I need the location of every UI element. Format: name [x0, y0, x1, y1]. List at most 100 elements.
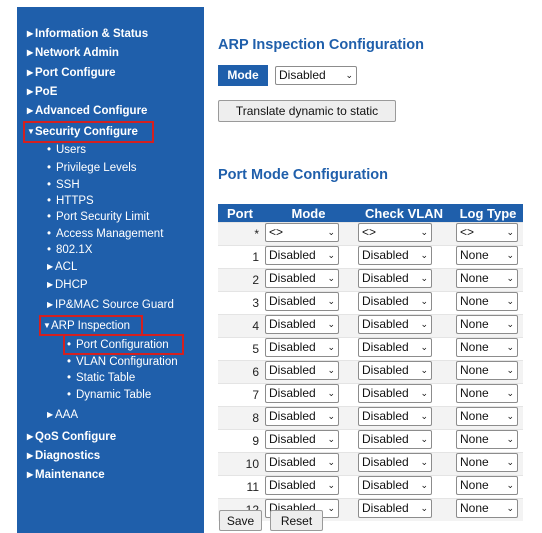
chevron-down-icon: ⌄ [327, 480, 335, 490]
expand-arrow-icon: ▶ [27, 432, 34, 441]
log-type-select[interactable]: None ⌄ [456, 292, 518, 311]
mode-select[interactable]: Disabled ⌄ [265, 269, 339, 288]
nav-advanced-configure[interactable]: ▶ Advanced Configure [27, 104, 147, 118]
chevron-down-icon: ⌄ [420, 227, 428, 237]
check-vlan-select[interactable]: Disabled ⌄ [358, 453, 432, 472]
nav-port-configuration[interactable]: • Port Configuration [67, 338, 169, 352]
nav-privilege-levels[interactable]: • Privilege Levels [47, 161, 137, 175]
mode-select[interactable]: Disabled ⌄ [265, 430, 339, 449]
chevron-down-icon: ⌄ [327, 365, 335, 375]
chevron-down-icon: ⌄ [327, 273, 335, 283]
port-number: 2 [218, 268, 262, 292]
nav-dhcp[interactable]: ▶ DHCP [47, 278, 88, 292]
port-number: 4 [218, 314, 262, 338]
check-vlan-select[interactable]: Disabled ⌄ [358, 476, 432, 495]
log-type-select[interactable]: None ⌄ [456, 430, 518, 449]
nav-ssh[interactable]: • SSH [47, 178, 80, 192]
nav-dynamic-table[interactable]: • Dynamic Table [67, 388, 151, 402]
bullet-icon: • [67, 339, 72, 351]
mode-select[interactable]: Disabled ⌄ [265, 476, 339, 495]
check-vlan-select[interactable]: Disabled ⌄ [358, 269, 432, 288]
table-row: 11 Disabled ⌄ Disabled ⌄ None ⌄ [218, 475, 523, 499]
bullet-icon: • [47, 228, 52, 240]
table-row: 5 Disabled ⌄ Disabled ⌄ None ⌄ [218, 337, 523, 361]
mode-select[interactable]: Disabled ⌄ [265, 246, 339, 265]
mode-select[interactable]: Disabled ⌄ [275, 66, 357, 85]
nav-security-configure[interactable]: ▼Security Configure [27, 125, 138, 139]
port-number: 10 [218, 452, 262, 476]
check-vlan-select[interactable]: Disabled ⌄ [358, 315, 432, 334]
log-type-select[interactable]: <> ⌄ [456, 223, 518, 242]
nav-diagnostics[interactable]: ▶ Diagnostics [27, 449, 100, 463]
nav-aaa[interactable]: ▶ AAA [47, 408, 78, 422]
check-vlan-select[interactable]: Disabled ⌄ [358, 292, 432, 311]
log-type-select[interactable]: None ⌄ [456, 361, 518, 380]
log-type-select[interactable]: None ⌄ [456, 269, 518, 288]
bullet-icon: • [67, 389, 72, 401]
mode-select[interactable]: Disabled ⌄ [265, 338, 339, 357]
chevron-down-icon: ⌄ [420, 411, 428, 421]
col-header-check-vlan: Check VLAN [355, 204, 453, 223]
bullet-icon: • [47, 244, 52, 256]
nav-network-admin[interactable]: ▶ Network Admin [27, 46, 119, 60]
nav-acl[interactable]: ▶ ACL [47, 260, 77, 274]
mode-select[interactable]: Disabled ⌄ [265, 292, 339, 311]
nav-port-configure[interactable]: ▶ Port Configure [27, 66, 116, 80]
bullet-icon: • [47, 211, 52, 223]
mode-select[interactable]: Disabled ⌄ [265, 361, 339, 380]
chevron-down-icon: ⌄ [506, 365, 514, 375]
log-type-select[interactable]: None ⌄ [456, 384, 518, 403]
expand-arrow-icon: ▶ [47, 300, 54, 309]
log-type-select[interactable]: None ⌄ [456, 499, 518, 518]
mode-select[interactable]: Disabled ⌄ [265, 453, 339, 472]
expand-arrow-icon: ▶ [27, 470, 34, 479]
save-button[interactable]: Save [219, 510, 262, 531]
nav-information-status[interactable]: ▶ Information & Status [27, 27, 148, 41]
log-type-select[interactable]: None ⌄ [456, 315, 518, 334]
chevron-down-icon: ⌄ [506, 480, 514, 490]
check-vlan-select[interactable]: Disabled ⌄ [358, 361, 432, 380]
table-row: 4 Disabled ⌄ Disabled ⌄ None ⌄ [218, 314, 523, 338]
chevron-down-icon: ⌄ [420, 434, 428, 444]
chevron-down-icon: ⌄ [327, 457, 335, 467]
log-type-select[interactable]: None ⌄ [456, 453, 518, 472]
main-content: ARP Inspection Configuration Mode Disabl… [204, 7, 542, 533]
col-header-port: Port [218, 204, 262, 223]
check-vlan-select[interactable]: Disabled ⌄ [358, 499, 432, 518]
nav-access-management[interactable]: • Access Management [47, 227, 163, 241]
nav-ip-mac-source-guard[interactable]: ▶ IP&MAC Source Guard [47, 298, 174, 312]
nav-poe[interactable]: ▶ PoE [27, 85, 57, 99]
chevron-down-icon: ⌄ [420, 480, 428, 490]
mode-select[interactable]: Disabled ⌄ [265, 407, 339, 426]
check-vlan-select[interactable]: Disabled ⌄ [358, 246, 432, 265]
check-vlan-select[interactable]: <> ⌄ [358, 223, 432, 242]
nav-static-table[interactable]: • Static Table [67, 371, 135, 385]
log-type-select[interactable]: None ⌄ [456, 246, 518, 265]
check-vlan-select[interactable]: Disabled ⌄ [358, 384, 432, 403]
chevron-down-icon: ⌄ [506, 388, 514, 398]
nav-users[interactable]: • Users [47, 143, 86, 157]
chevron-down-icon: ⌄ [506, 457, 514, 467]
check-vlan-select[interactable]: Disabled ⌄ [358, 338, 432, 357]
nav-vlan-configuration[interactable]: • VLAN Configuration [67, 355, 178, 369]
nav-802-1x[interactable]: • 802.1X [47, 243, 92, 257]
chevron-down-icon: ⌄ [506, 503, 514, 513]
nav-https[interactable]: • HTTPS [47, 194, 94, 208]
translate-dynamic-to-static-button[interactable]: Translate dynamic to static [218, 100, 396, 122]
port-number: 8 [218, 406, 262, 430]
port-number: 7 [218, 383, 262, 407]
log-type-select[interactable]: None ⌄ [456, 407, 518, 426]
nav-maintenance[interactable]: ▶ Maintenance [27, 468, 105, 482]
mode-select[interactable]: Disabled ⌄ [265, 384, 339, 403]
reset-button[interactable]: Reset [270, 510, 323, 531]
mode-select[interactable]: Disabled ⌄ [265, 315, 339, 334]
mode-select[interactable]: <> ⌄ [265, 223, 339, 242]
chevron-down-icon: ⌄ [506, 296, 514, 306]
log-type-select[interactable]: None ⌄ [456, 476, 518, 495]
check-vlan-select[interactable]: Disabled ⌄ [358, 430, 432, 449]
nav-arp-inspection[interactable]: ▼ARP Inspection [43, 319, 130, 333]
log-type-select[interactable]: None ⌄ [456, 338, 518, 357]
check-vlan-select[interactable]: Disabled ⌄ [358, 407, 432, 426]
nav-port-security-limit[interactable]: • Port Security Limit [47, 210, 149, 224]
nav-qos-configure[interactable]: ▶ QoS Configure [27, 430, 116, 444]
